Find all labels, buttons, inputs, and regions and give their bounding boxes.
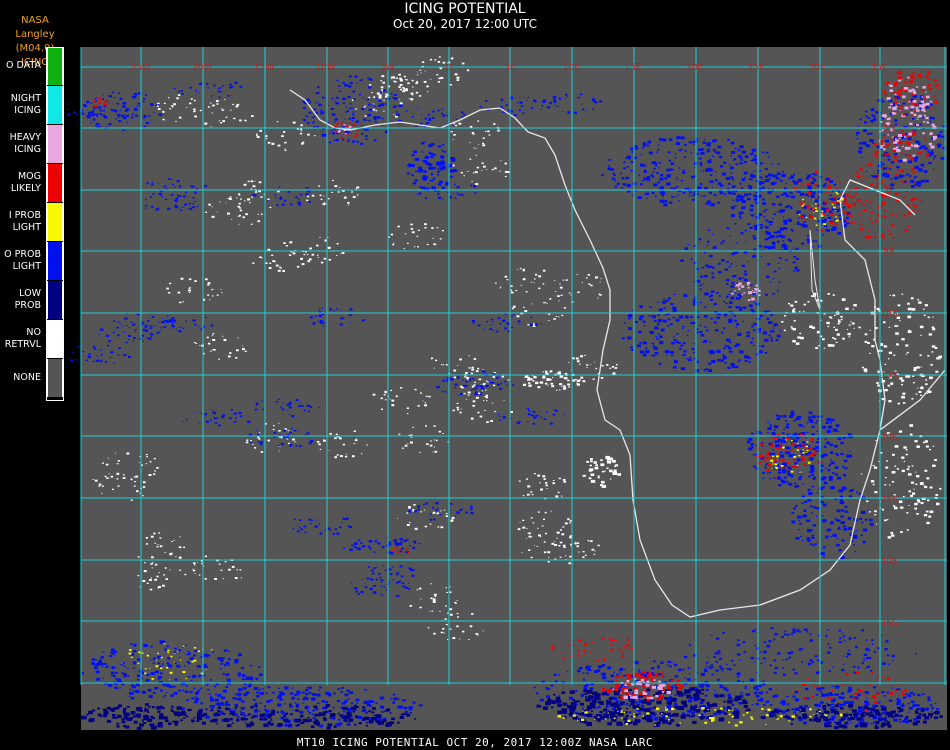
icing-map: 25W 20W 15W 10W 5W 0 5E 10E 15E 20E 25E 30E 35E 5N 0 5S… xyxy=(58,47,947,731)
legend-label: NO RETRVL xyxy=(4,327,41,350)
legend-swatch xyxy=(47,359,63,397)
longitude-label: 10E xyxy=(563,63,580,73)
legend-item: HEAVY ICING xyxy=(0,125,64,163)
legend-item: I PROB LIGHT xyxy=(0,203,64,241)
longitude-label: 25W xyxy=(131,63,151,73)
longitude-label: 25E xyxy=(747,63,764,73)
latitude-label: 5S xyxy=(883,248,895,258)
legend-swatch xyxy=(47,320,63,358)
legend-item: NIGHT ICING xyxy=(0,86,64,124)
longitude-label: 20E xyxy=(686,63,703,73)
latitude-label: 25S xyxy=(880,495,897,505)
longitude-label: 15E xyxy=(624,63,641,73)
legend-swatch xyxy=(47,86,63,124)
legend-swatch xyxy=(47,281,63,319)
longitude-label: 10W xyxy=(315,63,335,73)
longitude-label: 5W xyxy=(380,63,395,73)
longitude-label: 5E xyxy=(504,63,516,73)
latitude-label: 20S xyxy=(880,433,897,443)
footer-caption: MT10 ICING POTENTIAL OCT 20, 2017 12:00Z… xyxy=(296,736,654,749)
legend-label: NONE xyxy=(13,372,41,383)
map-background xyxy=(81,47,947,685)
longitude-label: 35E xyxy=(870,63,887,73)
legend-label: O PROB LIGHT xyxy=(4,249,41,272)
legend-item: NONE xyxy=(0,359,64,397)
legend-swatch xyxy=(47,125,63,163)
latitude-label: 30S xyxy=(880,557,897,567)
legend-label: LOW PROB xyxy=(14,288,41,311)
legend-swatch xyxy=(47,203,63,241)
legend-item: MOG LIKELY xyxy=(0,164,64,202)
legend-label: I PROB LIGHT xyxy=(8,210,41,233)
longitude-label: 0 xyxy=(446,63,452,73)
legend-swatch xyxy=(47,47,63,85)
longitude-label: 15W xyxy=(254,63,274,73)
legend-item: O DATA xyxy=(0,47,64,85)
legend-label: O DATA xyxy=(6,60,41,71)
latitude-label: 10S xyxy=(880,309,897,319)
longitude-label: 30E xyxy=(809,63,826,73)
legend-label: NIGHT ICING xyxy=(10,93,41,116)
latitude-label: 0 xyxy=(886,186,892,196)
legend-swatch xyxy=(47,164,63,202)
legend-label: MOG LIKELY xyxy=(10,171,41,194)
longitude-label: 20W xyxy=(192,63,212,73)
latitude-label: 15S xyxy=(880,371,897,381)
latitude-label: 35S xyxy=(880,618,897,628)
legend-item: O PROB LIGHT xyxy=(0,242,64,280)
legend-swatch xyxy=(47,242,63,280)
latitude-label: 5N xyxy=(883,124,895,134)
legend-item: LOW PROB xyxy=(0,281,64,319)
legend-label: HEAVY ICING xyxy=(9,132,41,155)
legend-item: NO RETRVL xyxy=(0,320,64,358)
